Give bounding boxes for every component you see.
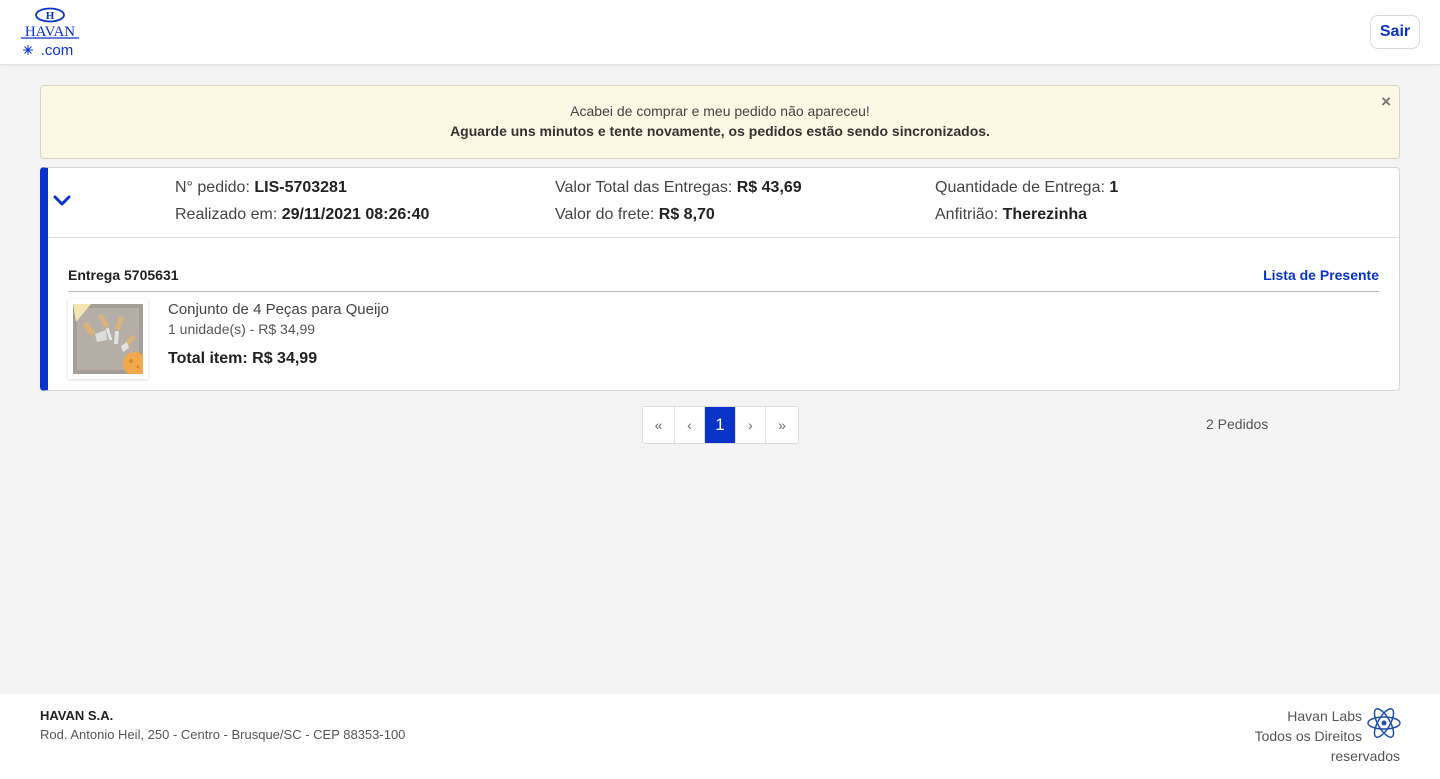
product-image[interactable]: [68, 299, 148, 379]
delivery-title: Entrega 5705631: [68, 267, 179, 283]
order-date: Realizado em: 29/11/2021 08:26:40: [175, 206, 429, 224]
pagination-page-1[interactable]: 1: [705, 407, 736, 443]
svg-text:.com: .com: [41, 42, 74, 59]
order-summary: N° pedido: LIS-5703281 Realizado em: 29/…: [48, 168, 1399, 238]
gift-list-link[interactable]: Lista de Presente: [1263, 267, 1379, 283]
atom-icon: [1367, 708, 1401, 738]
logout-button[interactable]: Sair: [1370, 15, 1420, 49]
order-number-value: LIS-5703281: [254, 179, 347, 196]
close-icon[interactable]: ×: [1381, 92, 1391, 112]
delivery-quantity: Quantidade de Entrega: 1: [935, 179, 1118, 197]
sync-alert: Acabei de comprar e meu pedido não apare…: [40, 85, 1400, 159]
pagination-last[interactable]: »: [766, 407, 798, 443]
alert-message: Acabei de comprar e meu pedido não apare…: [570, 103, 870, 119]
order-total-value: R$ 43,69: [736, 179, 802, 196]
havan-labs-label: Havan Labs: [1287, 708, 1362, 724]
order-host: Anfitrião: Therezinha: [935, 206, 1087, 224]
rights-line-2: reservados: [1330, 748, 1400, 764]
order-count: 2 Pedidos: [1206, 416, 1269, 432]
order-host-value: Therezinha: [1002, 206, 1088, 223]
order-shipping-label: Valor do frete:: [555, 206, 655, 223]
order-shipping: Valor do frete: R$ 8,70: [555, 206, 715, 224]
footer: HAVAN S.A. Rod. Antonio Heil, 250 - Cent…: [0, 694, 1440, 779]
company-name: HAVAN S.A.: [40, 708, 114, 723]
order-total: Valor Total das Entregas: R$ 43,69: [555, 179, 802, 197]
order-card: N° pedido: LIS-5703281 Realizado em: 29/…: [40, 167, 1400, 391]
alert-instruction: Aguarde uns minutos e tente novamente, o…: [450, 123, 990, 139]
order-number-label: N° pedido:: [175, 179, 250, 196]
pagination-first[interactable]: «: [643, 407, 675, 443]
order-number: N° pedido: LIS-5703281: [175, 179, 347, 197]
pagination: « ‹ 1 › »: [642, 406, 799, 444]
pagination-next[interactable]: ›: [736, 407, 766, 443]
delivery-divider: [68, 291, 1379, 292]
order-date-label: Realizado em:: [175, 206, 278, 223]
havan-logo[interactable]: H HAVAN .com: [18, 7, 82, 59]
rights-line-1: Todos os Direitos: [1254, 728, 1362, 744]
pagination-prev[interactable]: ‹: [675, 407, 705, 443]
top-navbar: H HAVAN .com Sair: [0, 0, 1440, 65]
product-quantity-price: 1 unidade(s) - R$ 34,99: [168, 321, 316, 337]
product-total: Total item: R$ 34,99: [168, 350, 318, 367]
order-shipping-value: R$ 8,70: [658, 206, 715, 223]
chevron-down-icon[interactable]: [53, 194, 71, 208]
delivery-quantity-label: Quantidade de Entrega:: [935, 179, 1105, 196]
order-total-label: Valor Total das Entregas:: [555, 179, 733, 196]
svg-text:H: H: [46, 10, 55, 22]
company-address: Rod. Antonio Heil, 250 - Centro - Brusqu…: [40, 727, 406, 742]
cheese-set-image: [73, 304, 143, 374]
product-name[interactable]: Conjunto de 4 Peças para Queijo: [168, 301, 389, 318]
delivery-quantity-value: 1: [1109, 179, 1119, 196]
havan-logo-mark: H HAVAN .com: [21, 7, 79, 59]
order-host-label: Anfitrião:: [935, 206, 999, 223]
order-date-value: 29/11/2021 08:26:40: [281, 206, 430, 223]
